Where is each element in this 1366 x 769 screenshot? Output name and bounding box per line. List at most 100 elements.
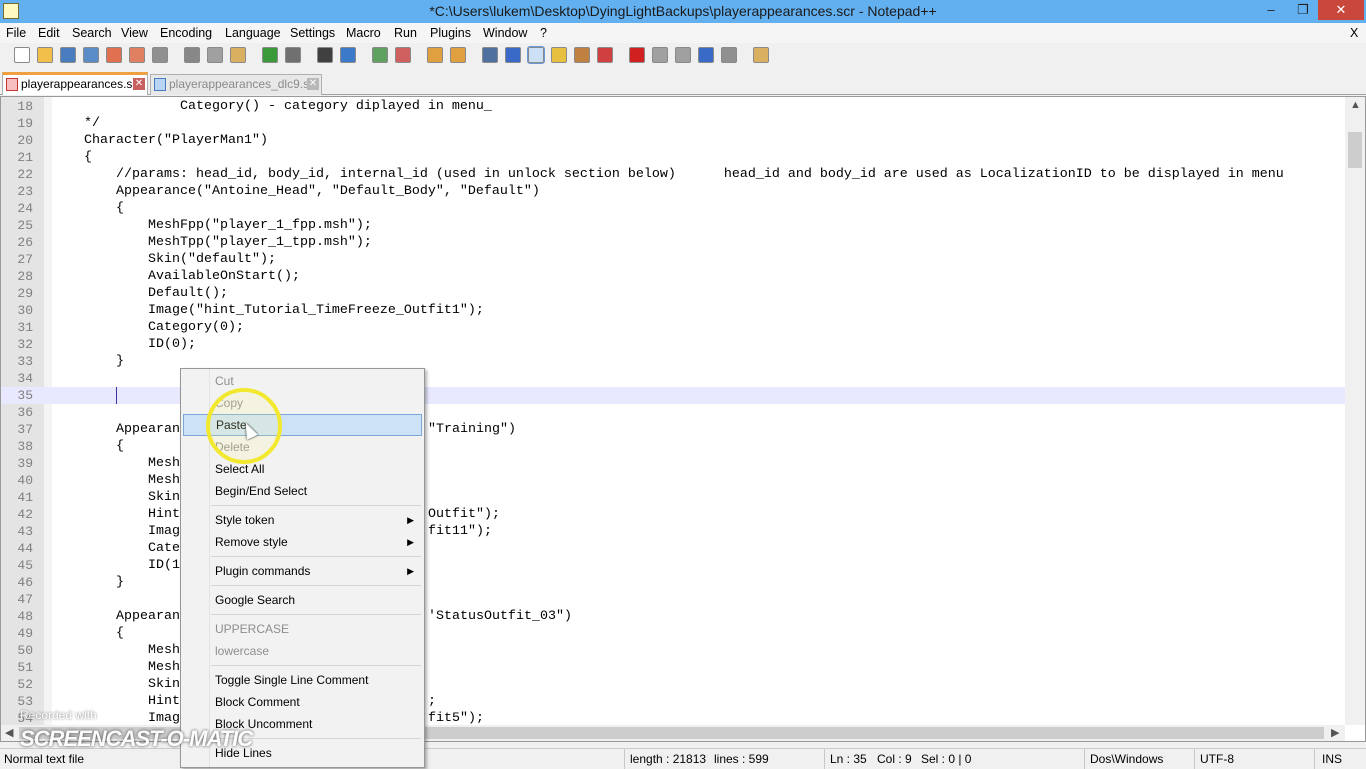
code-line[interactable]: 22 //params: head_id, body_id, internal_… <box>1 166 1345 183</box>
code-line[interactable]: 23 Appearance("Antoine_Head", "Default_B… <box>1 183 1345 200</box>
find-icon[interactable] <box>317 47 333 63</box>
sync-horizontal-icon[interactable] <box>450 47 466 63</box>
restore-button[interactable]: ❐ <box>1288 0 1318 20</box>
minimize-button[interactable]: ‒ <box>1256 0 1286 20</box>
close-document-button[interactable]: X <box>1350 26 1358 40</box>
indent-guide-icon[interactable] <box>527 46 545 64</box>
menu-item-begin-end-select[interactable]: Begin/End Select <box>183 480 422 502</box>
line-text: Category() - category diplayed in menu_ <box>52 99 492 114</box>
scrollbar-thumb[interactable] <box>1348 132 1362 168</box>
eol-format: Dos\Windows <box>1090 752 1164 766</box>
menu-settings[interactable]: Settings <box>290 26 335 40</box>
close-all-icon[interactable] <box>129 47 145 63</box>
menu-separator <box>211 585 421 586</box>
menu-item-style-token[interactable]: Style token ▶ <box>183 509 422 531</box>
record-macro-icon[interactable] <box>629 47 645 63</box>
menu-separator <box>211 556 421 557</box>
submenu-arrow-icon: ▶ <box>407 515 414 525</box>
menu-run[interactable]: Run <box>394 26 417 40</box>
replace-icon[interactable] <box>340 47 356 63</box>
function-list-icon[interactable] <box>597 47 613 63</box>
scroll-left-icon[interactable]: ◀ <box>5 726 13 739</box>
doc-map-icon[interactable] <box>574 47 590 63</box>
code-line[interactable]: 29 Default(); <box>1 285 1345 302</box>
undo-icon[interactable] <box>262 47 278 63</box>
code-line[interactable]: 30 Image("hint_Tutorial_TimeFreeze_Outfi… <box>1 302 1345 319</box>
line-text: { <box>52 439 124 454</box>
save-icon[interactable] <box>60 47 76 63</box>
play-macro-icon[interactable] <box>675 47 691 63</box>
code-line[interactable]: 26 MeshTpp("player_1_tpp.msh"); <box>1 234 1345 251</box>
menu-item-select-all[interactable]: Select All <box>183 458 422 480</box>
menu-item-block-comment[interactable]: Block Comment <box>183 691 422 713</box>
word-wrap-icon[interactable] <box>482 47 498 63</box>
menu-macro[interactable]: Macro <box>346 26 381 40</box>
code-line[interactable]: 32 ID(0); <box>1 336 1345 353</box>
code-line[interactable]: 18 Category() - category diplayed in men… <box>1 98 1345 115</box>
menu-edit[interactable]: Edit <box>38 26 60 40</box>
code-line[interactable]: 19 */ <box>1 115 1345 132</box>
paste-icon[interactable] <box>230 47 246 63</box>
save-macro-icon[interactable] <box>721 47 737 63</box>
new-file-icon[interactable] <box>14 47 30 63</box>
line-text: MeshFpp("player_1_fpp.msh"); <box>52 218 372 233</box>
menu-item-lowercase[interactable]: lowercase <box>183 640 422 662</box>
menu-item-plugin-commands[interactable]: Plugin commands ▶ <box>183 560 422 582</box>
menu-plugins[interactable]: Plugins <box>430 26 471 40</box>
tab-close-icon[interactable]: ✕ <box>133 78 145 90</box>
save-all-icon[interactable] <box>83 47 99 63</box>
close-button[interactable]: ✕ <box>1318 0 1364 20</box>
code-line[interactable]: 21 { <box>1 149 1345 166</box>
code-line[interactable]: 25 MeshFpp("player_1_fpp.msh"); <box>1 217 1345 234</box>
stop-macro-icon[interactable] <box>652 47 668 63</box>
line-number: 22 <box>17 167 33 182</box>
line-text-right: ; <box>428 694 436 709</box>
scroll-up-icon[interactable]: ▲ <box>1350 99 1361 111</box>
zoom-out-icon[interactable] <box>395 47 411 63</box>
scroll-right-icon[interactable]: ▶ <box>1331 726 1339 739</box>
menu-view[interactable]: View <box>121 26 148 40</box>
menu-item-toggle-single-line-comment[interactable]: Toggle Single Line Comment <box>183 669 422 691</box>
close-icon[interactable] <box>106 47 122 63</box>
udl-icon[interactable] <box>551 47 567 63</box>
menu-search[interactable]: Search <box>72 26 112 40</box>
menu-item-uppercase[interactable]: UPPERCASE <box>183 618 422 640</box>
print-icon[interactable] <box>152 47 168 63</box>
menu-file[interactable]: File <box>6 26 26 40</box>
tab-playerappearances[interactable]: playerappearances.scr ✕ <box>2 72 148 95</box>
line-number: 48 <box>17 609 33 624</box>
code-line[interactable]: 24 { <box>1 200 1345 217</box>
cut-icon[interactable] <box>184 47 200 63</box>
line-number: 52 <box>17 677 33 692</box>
code-line[interactable]: 28 AvailableOnStart(); <box>1 268 1345 285</box>
code-line[interactable]: 27 Skin("default"); <box>1 251 1345 268</box>
open-file-icon[interactable] <box>37 47 53 63</box>
tab-close-icon[interactable]: ✕ <box>307 78 319 90</box>
menu-item-remove-style[interactable]: Remove style ▶ <box>183 531 422 553</box>
zoom-in-icon[interactable] <box>372 47 388 63</box>
menu-help[interactable]: ? <box>540 26 547 40</box>
vertical-scrollbar[interactable]: ▲ <box>1345 97 1365 725</box>
line-number: 45 <box>17 558 33 573</box>
code-line[interactable]: 20 Character("PlayerMan1") <box>1 132 1345 149</box>
line-number: 36 <box>17 405 33 420</box>
menu-item-cut[interactable]: Cut <box>183 370 422 392</box>
line-text: } <box>52 575 124 590</box>
line-number: 20 <box>17 133 33 148</box>
cursor-column: Col : 9 <box>877 752 912 766</box>
menu-language[interactable]: Language <box>225 26 281 40</box>
menu-window[interactable]: Window <box>483 26 527 40</box>
menu-encoding[interactable]: Encoding <box>160 26 212 40</box>
line-number: 35 <box>17 388 33 403</box>
title-bar: *C:\Users\lukem\Desktop\DyingLightBackup… <box>0 0 1366 23</box>
code-line[interactable]: 31 Category(0); <box>1 319 1345 336</box>
show-all-chars-icon[interactable] <box>505 47 521 63</box>
launch-in-browser-icon[interactable] <box>753 47 769 63</box>
run-macro-multiple-icon[interactable] <box>698 47 714 63</box>
menu-item-google-search[interactable]: Google Search <box>183 589 422 611</box>
redo-icon[interactable] <box>285 47 301 63</box>
menu-item-label: Select All <box>215 462 265 476</box>
sync-vertical-icon[interactable] <box>427 47 443 63</box>
tab-playerappearances-dlc9[interactable]: playerappearances_dlc9.scr ✕ <box>150 74 322 95</box>
copy-icon[interactable] <box>207 47 223 63</box>
